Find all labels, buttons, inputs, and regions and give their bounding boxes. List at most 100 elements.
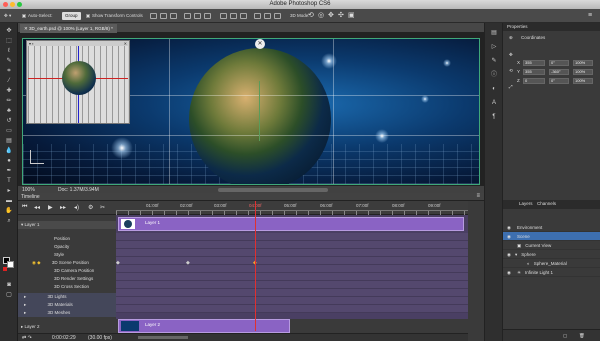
- path-select-tool-icon[interactable]: ▸: [4, 187, 14, 195]
- horizontal-scrollbar[interactable]: [218, 188, 328, 192]
- new-item-icon[interactable]: ▢: [563, 332, 567, 340]
- x-position-field[interactable]: 355: [523, 60, 545, 66]
- track-band[interactable]: [116, 265, 468, 273]
- workspace-icon[interactable]: ≡: [588, 12, 592, 20]
- timeline-ruler[interactable]: 01:00f 02:00f 03:00f 04:00f 05:00f 06:00…: [116, 201, 468, 215]
- type-tool-icon[interactable]: T: [4, 177, 14, 185]
- play-icon[interactable]: ▶: [48, 204, 53, 211]
- go-to-first-frame-icon[interactable]: ⏮: [22, 204, 27, 211]
- track-band[interactable]: [116, 305, 468, 313]
- current-timecode[interactable]: 0:00:02:29: [52, 335, 76, 341]
- property-row[interactable]: 3D Render Settings: [18, 275, 116, 283]
- align-middle-icon[interactable]: [160, 13, 167, 19]
- paragraph-panel-icon[interactable]: ¶: [489, 113, 499, 121]
- scene-list-item[interactable]: ◉ ☀ Infinite Light 1: [503, 268, 600, 277]
- quick-mask-icon[interactable]: ◙: [4, 281, 14, 289]
- layer-1-clip[interactable]: Layer 1: [118, 217, 464, 231]
- convert-frame-animation-icon[interactable]: ⇄ ↷: [22, 335, 32, 341]
- y-position-field[interactable]: 355: [523, 69, 545, 75]
- z-position-field[interactable]: 0: [523, 78, 545, 84]
- distribute-bottom-icon[interactable]: [240, 13, 247, 19]
- track-band[interactable]: [116, 297, 468, 305]
- 3d-pan-icon[interactable]: ✥: [328, 12, 334, 20]
- swap-colors-icon[interactable]: [3, 267, 7, 271]
- eyedropper-tool-icon[interactable]: ⁄: [4, 77, 14, 85]
- adjustments-panel-icon[interactable]: ◐: [489, 85, 499, 93]
- clone-stamp-tool-icon[interactable]: ♣: [4, 107, 14, 115]
- z-rotation-field[interactable]: 0°: [549, 78, 569, 84]
- align-top-icon[interactable]: [150, 13, 157, 19]
- z-scale-field[interactable]: 100%: [573, 78, 593, 84]
- previous-frame-icon[interactable]: ◂◂: [34, 204, 40, 211]
- pen-tool-icon[interactable]: ✒: [4, 167, 14, 175]
- actions-panel-icon[interactable]: ▷: [489, 43, 499, 51]
- layers-tab[interactable]: Layers: [519, 200, 533, 208]
- property-row[interactable]: 3D Camera Position: [18, 267, 116, 275]
- scene-list-item[interactable]: ◐ Sphere_Material: [503, 259, 600, 268]
- track-band[interactable]: [116, 257, 468, 265]
- secondary-view-panel[interactable]: ▾ ▪ ✕: [26, 40, 130, 124]
- x-scale-field[interactable]: 100%: [573, 60, 593, 66]
- property-row[interactable]: ◉ ◆ 3D Scene Position: [18, 259, 116, 267]
- delete-icon[interactable]: 🗑: [579, 332, 585, 340]
- playhead[interactable]: [255, 201, 256, 331]
- character-panel-icon[interactable]: A: [489, 99, 499, 107]
- layer-2-clip[interactable]: Layer 2: [118, 319, 290, 333]
- track-band[interactable]: [116, 289, 468, 297]
- move-tool-icon[interactable]: ✥: [4, 27, 14, 35]
- document-tab[interactable]: ✕ 3D_earth.psd @ 100% (Layer 1, RGB/8) *: [20, 24, 117, 33]
- disclosure-icon[interactable]: ▸: [24, 310, 28, 315]
- align-center-icon[interactable]: [194, 13, 201, 19]
- y-rotation-field[interactable]: -360°: [549, 69, 569, 75]
- show-transform-checkbox[interactable]: [86, 13, 90, 18]
- auto-select-dropdown[interactable]: Group: [62, 12, 81, 20]
- 3d-rotate-icon[interactable]: ⟲: [308, 12, 314, 20]
- timeline-layer-row[interactable]: ▸ Layer 2: [18, 323, 116, 331]
- screen-mode-icon[interactable]: ▢: [4, 291, 14, 299]
- info-panel-icon[interactable]: ⓘ: [489, 71, 499, 79]
- channels-tab[interactable]: Channels: [537, 200, 556, 208]
- 3d-axis-y[interactable]: [259, 81, 260, 141]
- property-group-row[interactable]: ▸ 3D Lights: [18, 293, 116, 301]
- audio-icon[interactable]: ◂): [74, 204, 79, 211]
- 3d-scale-icon[interactable]: ▣: [348, 12, 355, 20]
- scene-list-item[interactable]: ▣ Current View: [503, 241, 600, 250]
- x-rotation-field[interactable]: 0°: [549, 60, 569, 66]
- move-tool-icon[interactable]: ✥ ▾: [4, 12, 11, 20]
- zoom-tool-icon[interactable]: ⌕: [4, 217, 14, 225]
- history-panel-icon[interactable]: ▤: [489, 29, 499, 37]
- history-brush-tool-icon[interactable]: ↺: [4, 117, 14, 125]
- disclosure-icon[interactable]: ▸: [24, 302, 28, 307]
- distribute-center-icon[interactable]: [264, 13, 271, 19]
- 3d-axis-widget-icon[interactable]: ✕: [255, 39, 265, 49]
- track-band[interactable]: [116, 241, 468, 249]
- visibility-eye-icon[interactable]: ◉: [507, 225, 511, 230]
- crop-tool-icon[interactable]: ⌗: [4, 67, 14, 75]
- visibility-eye-icon[interactable]: ◉: [507, 234, 511, 239]
- property-row[interactable]: Position: [18, 235, 116, 243]
- y-scale-field[interactable]: 100%: [573, 69, 593, 75]
- timeline-layer-row[interactable]: ▾ Layer 1: [18, 221, 116, 229]
- panel-menu-icon[interactable]: ≡: [476, 193, 480, 199]
- property-row[interactable]: Style: [18, 251, 116, 259]
- property-group-row[interactable]: ▸ 3D Meshes: [18, 309, 116, 317]
- brush-panel-icon[interactable]: ✎: [489, 57, 499, 65]
- align-left-icon[interactable]: [184, 13, 191, 19]
- visibility-eye-icon[interactable]: ◉: [507, 270, 511, 275]
- blur-tool-icon[interactable]: 💧: [4, 147, 14, 155]
- marquee-tool-icon[interactable]: ⬚: [4, 37, 14, 45]
- scene-list-item[interactable]: ◉ Scene: [503, 232, 600, 241]
- distribute-left-icon[interactable]: [254, 13, 261, 19]
- split-clip-icon[interactable]: ✂: [100, 204, 105, 211]
- quick-select-tool-icon[interactable]: ✎: [4, 57, 14, 65]
- properties-tab[interactable]: Properties: [507, 23, 528, 31]
- visibility-eye-icon[interactable]: ◉: [507, 252, 511, 257]
- track-band[interactable]: [116, 249, 468, 257]
- distribute-middle-icon[interactable]: [230, 13, 237, 19]
- align-bottom-icon[interactable]: [170, 13, 177, 19]
- eraser-tool-icon[interactable]: ▭: [4, 127, 14, 135]
- keyframe-diamond-icon[interactable]: ◆: [186, 260, 190, 266]
- track-band[interactable]: [116, 281, 468, 289]
- property-row[interactable]: Opacity: [18, 243, 116, 251]
- scene-list-item[interactable]: ◉ Environment: [503, 223, 600, 232]
